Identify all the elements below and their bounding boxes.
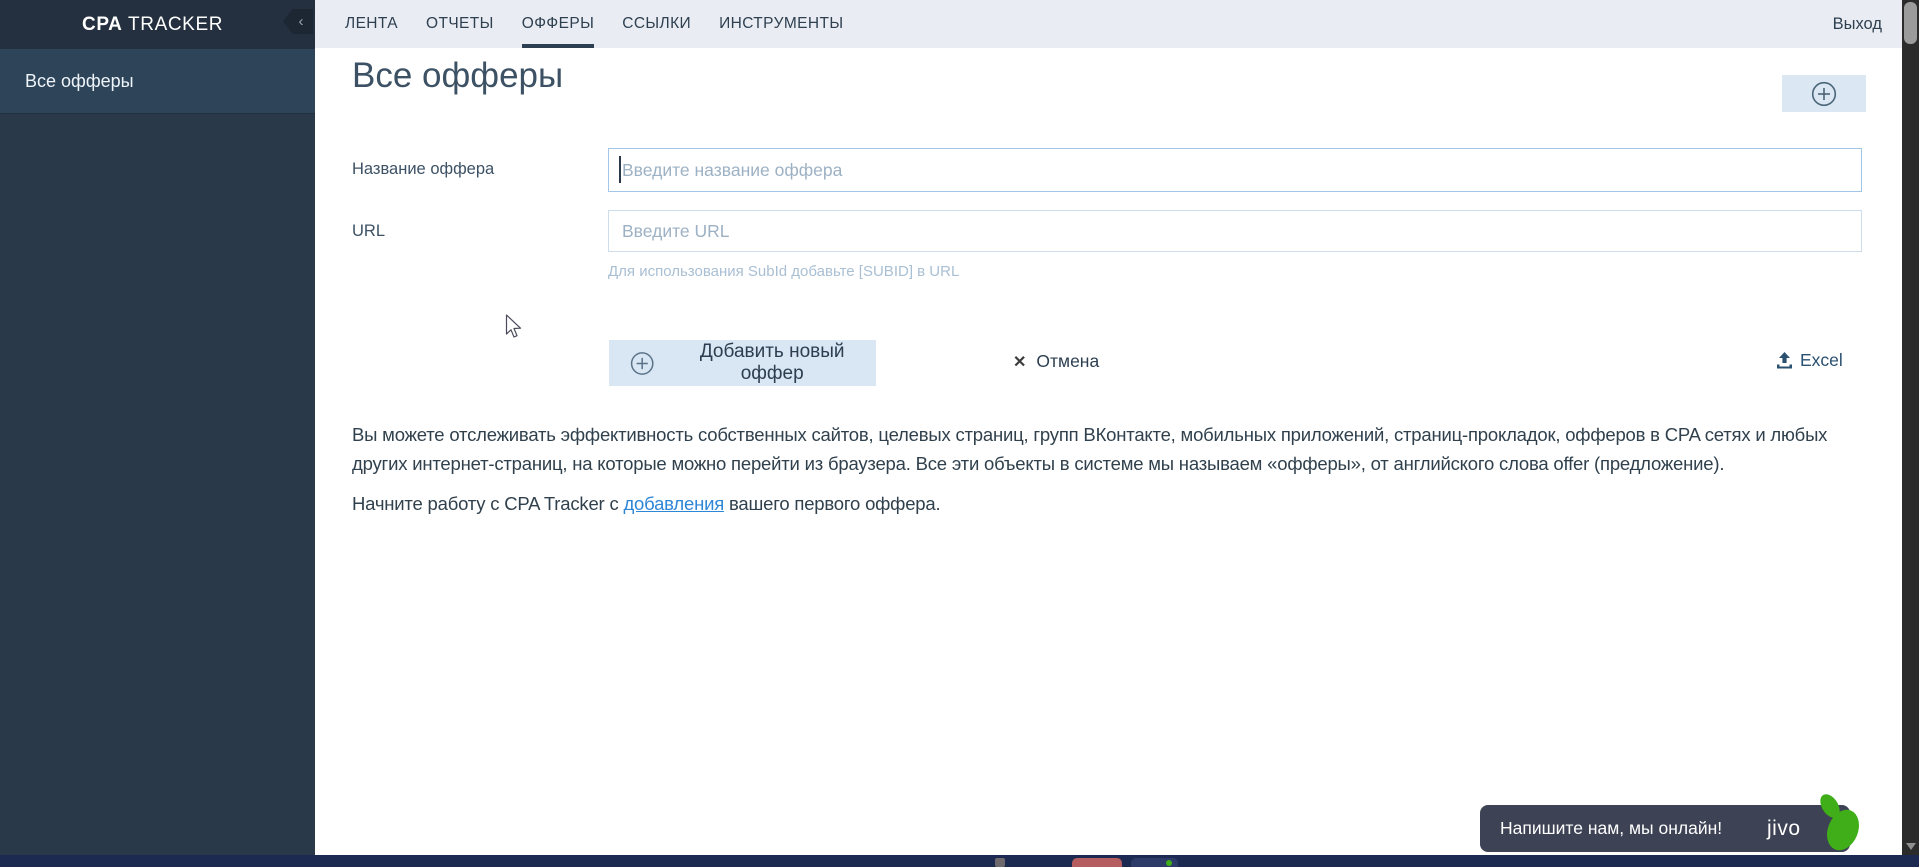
taskbar-app-icon — [995, 858, 1005, 867]
text-caret — [619, 156, 621, 183]
upload-icon — [1777, 352, 1792, 369]
chevron-left-icon: ‹ — [298, 13, 304, 30]
taskbar-red-button — [1072, 858, 1122, 867]
offer-name-label: Название оффера — [352, 160, 495, 178]
jivo-chat-widget[interactable]: Напишите нам, мы онлайн! jivo — [1480, 794, 1859, 852]
add-offer-button[interactable] — [1782, 75, 1866, 112]
excel-label: Excel — [1800, 350, 1843, 370]
scrollbar-track[interactable] — [1902, 0, 1919, 855]
sidebar: CPA TRACKER ‹ Все офферы — [0, 0, 315, 855]
app-logo: CPA TRACKER — [0, 14, 223, 36]
cancel-button[interactable]: ✕ Отмена — [1013, 351, 1099, 372]
taskbar-sliver — [0, 855, 1919, 867]
add-new-offer-label: Добавить новый оффер — [699, 341, 845, 384]
scrollbar-thumb[interactable] — [1904, 2, 1917, 44]
subid-hint: Для использования SubId добавьте [SUBID]… — [608, 263, 960, 280]
taskbar-blue-button — [1131, 858, 1178, 867]
sidebar-collapse-button[interactable]: ‹ — [283, 9, 313, 34]
logo-bold: CPA — [82, 13, 123, 35]
sidebar-item-all-offers[interactable]: Все офферы — [0, 49, 315, 113]
offers-description: Вы можете отслеживать эффективность собс… — [352, 424, 1828, 474]
circle-plus-icon — [630, 351, 654, 375]
add-new-offer-button[interactable]: Добавить новый оффер — [609, 340, 876, 386]
offer-url-input[interactable] — [608, 210, 1862, 252]
page-title: Все офферы — [352, 56, 564, 95]
app-window: CPA TRACKER ‹ Все офферы ЛЕНТА ОТЧЕТЫ ОФ… — [0, 0, 1919, 867]
logout-link[interactable]: Выход — [1833, 0, 1882, 48]
nav-tabs: ЛЕНТА ОТЧЕТЫ ОФФЕРЫ ССЫЛКИ ИНСТРУМЕНТЫ — [315, 0, 1902, 48]
cancel-label: Отмена — [1036, 351, 1100, 371]
start-text-before: Начните работу с CPA Tracker с — [352, 493, 624, 514]
chat-message: Напишите нам, мы онлайн! — [1500, 818, 1723, 838]
tab-ssylki[interactable]: ССЫЛКИ — [622, 0, 691, 48]
circle-plus-icon — [1811, 81, 1837, 106]
close-icon: ✕ — [1013, 353, 1027, 371]
sidebar-empty-area — [0, 113, 315, 855]
tab-otchety[interactable]: ОТЧЕТЫ — [426, 0, 494, 48]
scrollbar-down-arrow[interactable] — [1902, 839, 1919, 853]
add-first-offer-link[interactable]: добавления — [623, 493, 724, 514]
offer-name-input[interactable] — [608, 148, 1862, 192]
start-text-after: вашего первого оффера. — [724, 493, 941, 514]
excel-export-button[interactable]: Excel — [1776, 350, 1843, 371]
taskbar-green-dot — [1166, 860, 1172, 866]
jivo-leaf-icon — [1820, 794, 1859, 851]
tab-lenta[interactable]: ЛЕНТА — [345, 0, 398, 48]
url-label: URL — [352, 222, 386, 240]
sidebar-header: CPA TRACKER ‹ — [0, 0, 315, 49]
logo-rest: TRACKER — [122, 13, 224, 35]
getting-started-text: Начните работу с CPA Tracker с добавлени… — [352, 493, 941, 515]
jivo-logo: jivo — [1767, 816, 1801, 840]
tab-instrumenty[interactable]: ИНСТРУМЕНТЫ — [719, 0, 843, 48]
tab-offery[interactable]: ОФФЕРЫ — [521, 0, 595, 48]
mouse-cursor — [505, 314, 522, 338]
top-navigation: ЛЕНТА ОТЧЕТЫ ОФФЕРЫ ССЫЛКИ ИНСТРУМЕНТЫ В… — [315, 0, 1902, 48]
